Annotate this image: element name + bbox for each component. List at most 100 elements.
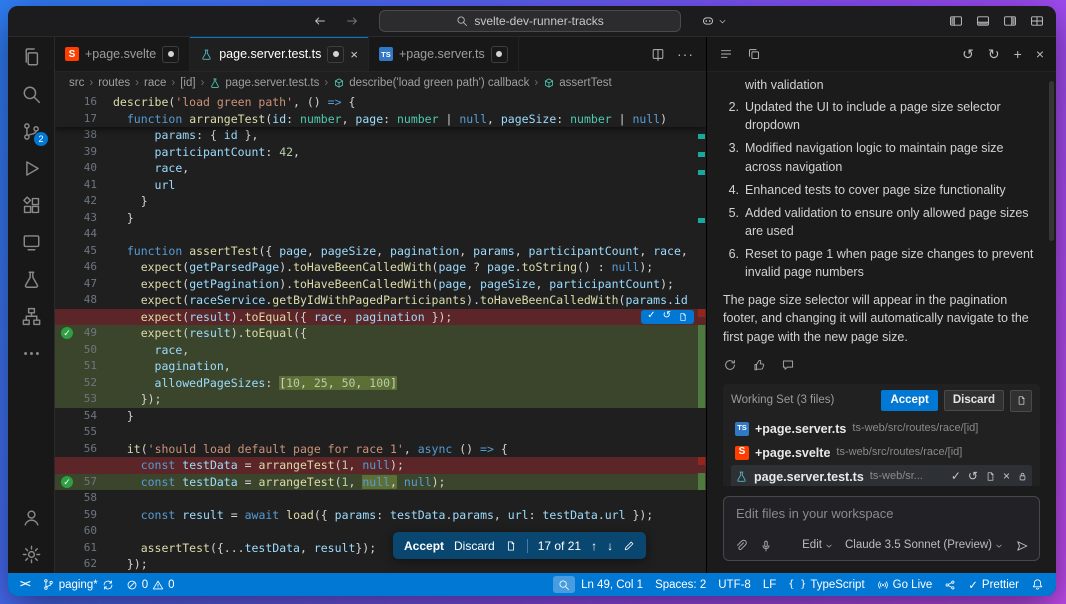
mode-dropdown[interactable]: Edit [799, 537, 833, 554]
line-number: 62 [83, 557, 97, 570]
chat-scrollbar[interactable] [1049, 81, 1054, 241]
chat-sessions-icon[interactable] [719, 47, 733, 61]
close-tab-icon[interactable]: × [350, 47, 358, 62]
modified-indicator[interactable] [490, 45, 508, 63]
undo-icon[interactable]: ↺ [968, 468, 978, 485]
previous-edit-icon[interactable]: ↑ [591, 539, 597, 553]
copilot-menu[interactable] [701, 14, 727, 28]
discard-button[interactable]: Discard [454, 539, 495, 553]
accept-button[interactable]: Accept [404, 539, 444, 553]
feedback-comment-icon[interactable] [781, 358, 795, 372]
errors-icon [126, 579, 138, 591]
tabs: S +page.svelte page.server.test.ts × TS +page… [55, 37, 519, 71]
tab-page-server-test-ts[interactable]: page.server.test.ts × [190, 37, 369, 71]
redo-icon[interactable]: ↻ [988, 46, 1000, 63]
account-icon[interactable] [8, 499, 54, 536]
source-control-icon[interactable]: 2 [8, 113, 54, 150]
mic-icon[interactable] [759, 539, 773, 553]
toggle-secondary-sidebar-icon[interactable] [1003, 14, 1017, 28]
command-center[interactable]: svelte-dev-runner-tracks [379, 10, 681, 32]
accept-all-button[interactable]: Accept [881, 390, 938, 411]
references-icon[interactable] [8, 298, 54, 335]
branch-status[interactable]: paging* [36, 573, 120, 596]
code-editor[interactable]: 16 describe('load green path', () => {17 … [55, 94, 706, 573]
eol-status[interactable]: LF [757, 573, 782, 596]
remote-indicator[interactable]: >< [14, 573, 36, 596]
breadcrumb-item[interactable]: assertTest [543, 77, 612, 89]
run-debug-icon[interactable] [8, 150, 54, 187]
ts-file-icon: TS [735, 421, 749, 436]
tab--page-server-ts[interactable]: TS +page.server.ts [368, 37, 519, 71]
open-session-icon[interactable] [747, 47, 761, 61]
thumbs-up-icon[interactable] [752, 358, 766, 372]
keep-icon[interactable]: ✓ [951, 468, 961, 485]
more-actions-icon[interactable]: ··· [677, 46, 694, 62]
regenerate-icon[interactable] [723, 358, 737, 372]
breadcrumb-item[interactable]: src [69, 77, 84, 89]
open-changes-icon[interactable] [985, 471, 996, 482]
extensions-icon[interactable] [8, 187, 54, 224]
code-text: pagination, [154, 359, 231, 373]
indentation-status[interactable]: Spaces: 2 [649, 573, 712, 596]
prettier-status[interactable]: ✓ Prettier [962, 573, 1025, 596]
notifications-status[interactable] [1025, 573, 1050, 596]
modified-indicator[interactable] [327, 45, 345, 63]
split-editor-icon[interactable] [651, 47, 665, 61]
tab--page-svelte[interactable]: S +page.svelte [55, 37, 191, 71]
open-file-icon[interactable] [505, 540, 517, 552]
cursor-position[interactable]: Ln 49, Col 1 [575, 573, 649, 596]
remove-icon[interactable]: × [1003, 468, 1010, 485]
breadcrumb[interactable]: src › routes › race › [id] › page.server.test.ts… [55, 72, 706, 94]
lock-icon[interactable] [1017, 471, 1028, 482]
toggle-sidebar-icon[interactable] [949, 14, 963, 28]
working-set-file[interactable]: S +page.svelte ts-web/src/routes/race/[id] [731, 441, 1032, 465]
svelte-file-icon: S [735, 445, 749, 460]
working-set-file[interactable]: page.server.test.ts ts-web/sr... ✓ ↺ × [731, 464, 1032, 487]
modified-indicator[interactable] [162, 45, 180, 63]
braces-icon: { } [788, 579, 807, 590]
test-pass-icon[interactable]: ✓ [61, 475, 73, 488]
breadcrumb-item[interactable]: page.server.test.ts [209, 77, 319, 89]
breadcrumb-item[interactable]: describe('load green path') callback [333, 77, 529, 89]
close-panel-icon[interactable]: × [1036, 46, 1044, 62]
discard-change-icon[interactable]: ↺ [663, 308, 671, 325]
language-status[interactable]: { } TypeScript [782, 573, 870, 596]
testing-icon[interactable] [8, 261, 54, 298]
share-status[interactable] [938, 573, 962, 596]
discard-all-button[interactable]: Discard [943, 390, 1004, 411]
breadcrumb-item[interactable]: [id] [180, 77, 195, 89]
forward-button[interactable] [345, 14, 359, 28]
undo-icon[interactable]: ↺ [962, 46, 974, 63]
accept-change-icon[interactable]: ✓ [647, 308, 655, 325]
working-set-file[interactable]: TS +page.server.ts ts-web/src/routes/race/… [731, 417, 1032, 441]
new-chat-icon[interactable]: + [1014, 46, 1022, 62]
working-set: Working Set (3 files) Accept Discard TS +… [723, 383, 1040, 487]
attach-icon[interactable] [734, 539, 748, 553]
back-button[interactable] [313, 14, 327, 28]
open-all-edits-button[interactable] [1010, 389, 1032, 412]
go-live-status[interactable]: Go Live [871, 573, 939, 596]
problems-status[interactable]: 0 0 [120, 573, 181, 596]
remote-icon[interactable] [8, 224, 54, 261]
chat-input-box[interactable]: Edit Claude 3.5 Sonnet (Preview) [723, 496, 1040, 561]
more-icon[interactable] [8, 335, 54, 372]
send-icon[interactable] [1015, 539, 1029, 553]
code-line: 39 participantCount: 42, [55, 144, 706, 161]
edit-icon[interactable] [623, 540, 635, 552]
encoding-status[interactable]: UTF-8 [712, 573, 757, 596]
test-pass-icon[interactable]: ✓ [61, 327, 73, 339]
search-icon[interactable] [8, 76, 54, 113]
breadcrumb-item[interactable]: race [144, 77, 166, 89]
explorer-icon[interactable] [8, 39, 54, 76]
customize-layout-icon[interactable] [1030, 14, 1044, 28]
settings-icon[interactable] [8, 536, 54, 573]
code-line: 41 url [55, 177, 706, 194]
chat-input[interactable] [734, 505, 1033, 523]
toggle-panel-icon[interactable] [976, 14, 990, 28]
zoom-indicator[interactable] [553, 576, 576, 593]
model-dropdown[interactable]: Claude 3.5 Sonnet (Preview) [845, 537, 1003, 554]
open-changes-icon[interactable] [678, 312, 688, 322]
breadcrumb-item[interactable]: routes [98, 77, 130, 89]
code-text: const testData = arrangeTest(1, null, nu… [140, 474, 446, 489]
next-edit-icon[interactable]: ↓ [607, 539, 613, 553]
